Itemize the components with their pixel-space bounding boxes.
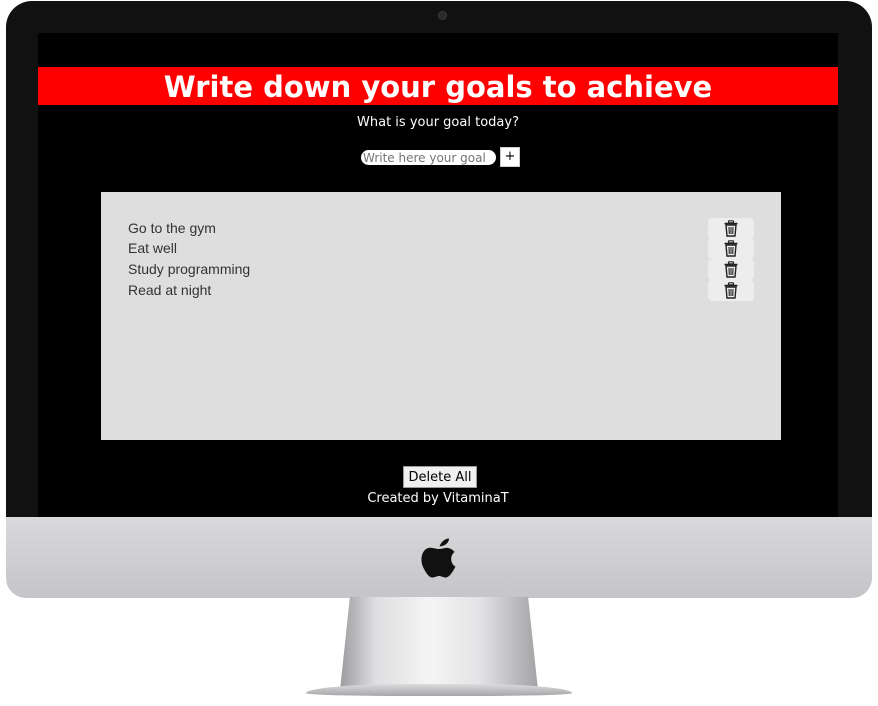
delete-goal-button[interactable] [708, 259, 754, 280]
delete-goal-button[interactable] [708, 238, 754, 259]
goal-question: What is your goal today? [357, 115, 519, 130]
trash-icon [724, 240, 738, 257]
page-title: Write down your goals to achieve [163, 70, 713, 104]
camera-icon [438, 11, 447, 20]
goal-text: Study programming [128, 261, 251, 277]
list-item: Go to the gym [101, 218, 781, 239]
goal-text: Go to the gym [128, 220, 216, 236]
goals-list: Go to the gym Eat well Study programming… [101, 192, 781, 440]
delete-goal-button[interactable] [708, 218, 754, 239]
delete-all-button[interactable]: Delete All [403, 466, 477, 488]
add-goal-button[interactable]: + [500, 147, 520, 167]
goal-text: Read at night [128, 282, 212, 298]
goal-text: Eat well [128, 240, 178, 256]
apple-logo-icon [421, 538, 456, 578]
credits-text: Created by VitaminaT [367, 491, 509, 506]
app-screen: Write down your goals to achieve What is… [38, 33, 838, 517]
trash-icon [724, 261, 738, 278]
list-item: Study programming [101, 259, 781, 280]
monitor-base [306, 684, 572, 696]
goal-input[interactable] [361, 150, 496, 165]
list-item: Read at night [101, 280, 781, 301]
delete-goal-button[interactable] [708, 280, 754, 301]
list-item: Eat well [101, 238, 781, 259]
monitor-stand [340, 597, 538, 690]
trash-icon [724, 220, 738, 237]
trash-icon [724, 282, 738, 299]
